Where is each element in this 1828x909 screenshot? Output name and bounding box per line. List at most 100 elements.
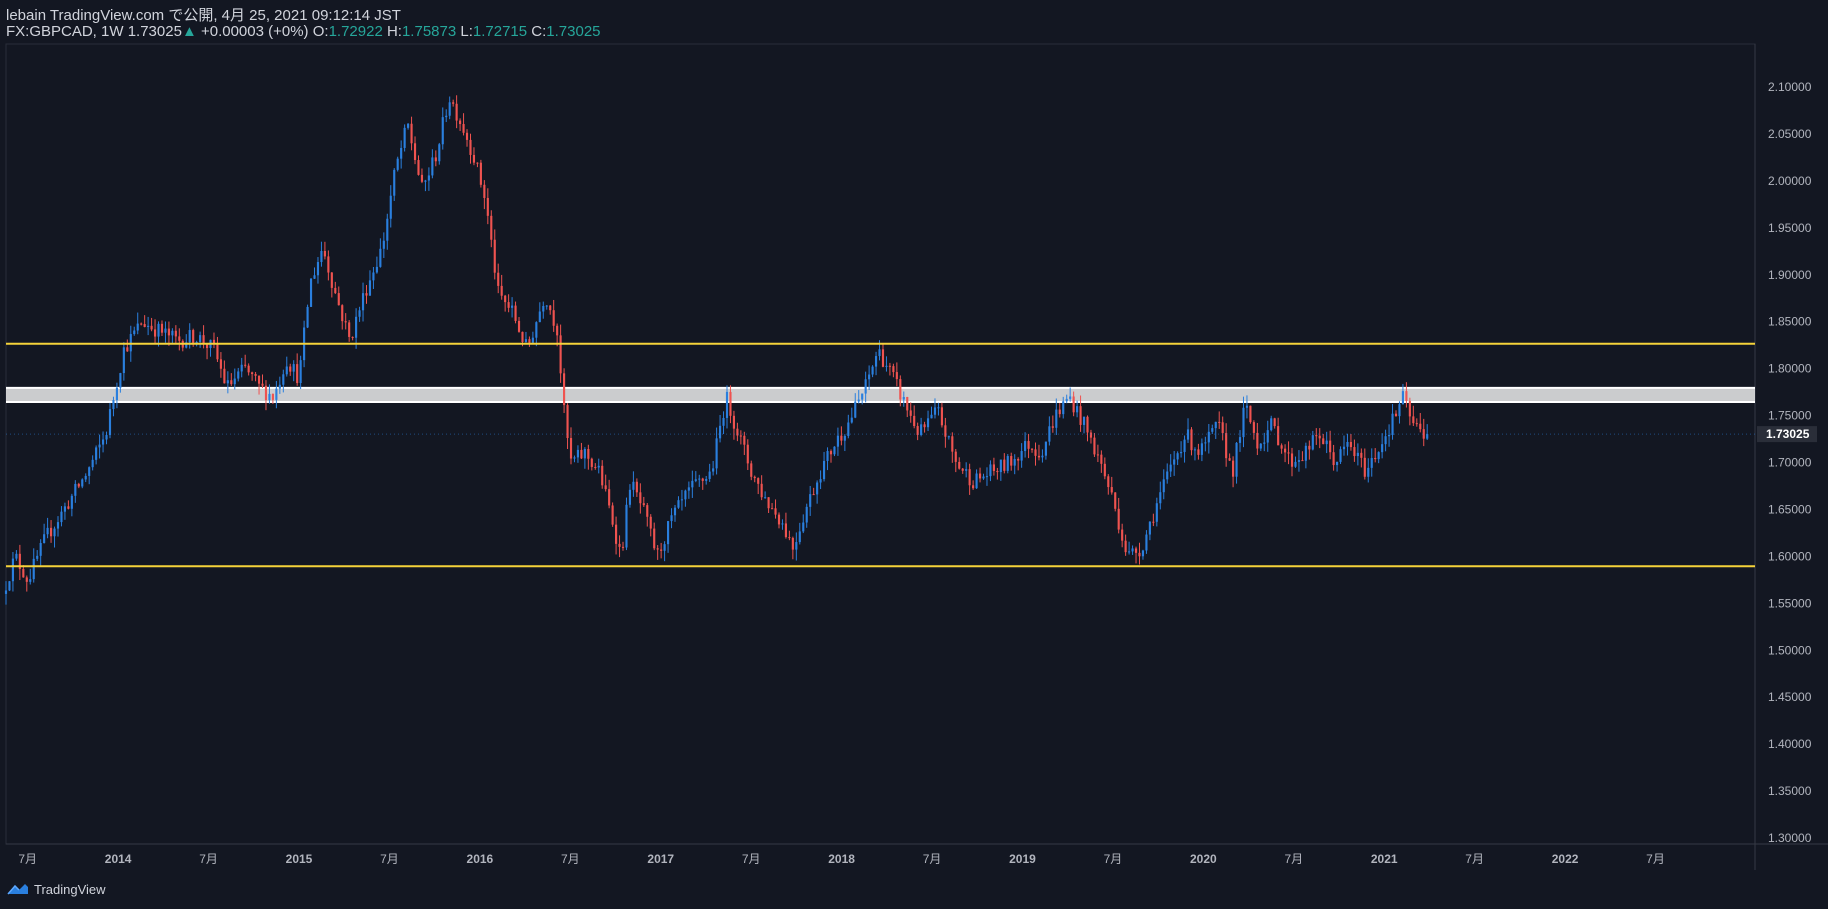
price-tick-label: 1.80000 [1768, 362, 1812, 376]
candle-body [15, 553, 18, 559]
candle-body [452, 102, 455, 104]
horizontal-lines[interactable] [6, 342, 1755, 568]
candle-body [174, 330, 177, 337]
candle-body [126, 347, 129, 352]
candle-body [826, 451, 829, 461]
footer-brand: TradingView [34, 881, 106, 897]
candle-body [171, 330, 174, 336]
price-tick-label: 1.90000 [1768, 268, 1812, 282]
candle-body [1332, 452, 1335, 466]
price-tick-label: 1.35000 [1768, 784, 1812, 798]
candle-body [840, 435, 843, 441]
time-tick-label: 7月 [1465, 852, 1484, 866]
candle-body [982, 476, 985, 479]
candle-body [868, 374, 871, 380]
candle-body [101, 439, 105, 445]
candle-body [646, 505, 649, 517]
candle-body [746, 444, 749, 464]
candle-body [816, 482, 819, 495]
candle-body [1342, 446, 1346, 450]
time-tick-label: 7月 [1104, 852, 1123, 866]
time-tick-label: 2014 [105, 852, 132, 866]
candle-body [1051, 426, 1054, 428]
candle-body [833, 446, 836, 455]
candle-body [313, 275, 316, 279]
candle-body [1207, 431, 1210, 443]
candle-body [403, 127, 406, 148]
candle-body [1353, 447, 1356, 457]
candle-body [573, 457, 576, 459]
candle-body [1006, 456, 1009, 471]
candle-body [580, 449, 583, 459]
candle-body [178, 336, 181, 341]
time-axis[interactable]: 7月 2014 7月 2015 7月 2016 7月 2017 7月 2018 7月 2019 7月 20… [18, 852, 1665, 866]
candle-body [1266, 430, 1269, 443]
candle-body [1280, 445, 1283, 449]
candle-body [1301, 460, 1304, 462]
candle-body [729, 391, 732, 416]
price-tick-label: 1.55000 [1768, 596, 1812, 610]
price-tick-label: 1.95000 [1768, 221, 1812, 235]
candle-body [552, 310, 555, 326]
candle-body [1339, 449, 1342, 462]
time-tick-label: 7月 [380, 852, 399, 866]
candle-body [590, 458, 593, 467]
candle-body [1152, 521, 1155, 523]
price-tick-label: 2.05000 [1768, 127, 1812, 141]
candle-body [864, 379, 867, 394]
candle-body [528, 339, 531, 343]
candle-body [732, 415, 736, 429]
candle-body [972, 485, 975, 489]
time-tick-label: 7月 [923, 852, 942, 866]
candle-body [410, 123, 413, 144]
candle-body [1110, 487, 1113, 493]
candle-body [292, 364, 295, 372]
candle-body [205, 344, 209, 349]
candle-body [407, 123, 410, 128]
candle-body [760, 483, 763, 498]
candle-body [497, 272, 500, 286]
candle-body [660, 549, 663, 551]
candle-body [119, 373, 122, 388]
candle-body [108, 409, 112, 436]
candle-body [819, 479, 822, 483]
candle-body [701, 478, 704, 481]
candle-body [666, 521, 670, 545]
candle-body [649, 516, 652, 529]
candle-body [1232, 460, 1235, 477]
candle-body [791, 537, 794, 550]
price-tick-label: 1.75000 [1768, 409, 1812, 423]
candle-body [1311, 435, 1314, 450]
candle-body [996, 470, 999, 473]
candle-body [999, 459, 1002, 473]
candle-body [1162, 479, 1165, 493]
candle-body [725, 391, 729, 418]
candle-body [1225, 433, 1228, 459]
candle-body [36, 555, 39, 559]
candle-body [705, 478, 708, 481]
candle-body [413, 143, 417, 161]
candle-body [434, 157, 437, 162]
candle-body [1114, 492, 1117, 509]
candle-body [708, 471, 711, 479]
candle-body [365, 293, 368, 296]
candle-body [1180, 451, 1183, 454]
candle-body [1030, 448, 1034, 450]
time-tick-label: 2019 [1009, 852, 1036, 866]
candle-body [63, 506, 67, 512]
price-axis[interactable]: 2.10000 2.05000 2.00000 1.95000 1.90000 1.850… [1757, 80, 1817, 845]
candle-body [1346, 441, 1349, 447]
candle-body [445, 115, 448, 118]
candle-body [424, 180, 427, 182]
candle-body [1010, 456, 1013, 466]
candle-body [611, 505, 614, 525]
candle-body [926, 418, 930, 428]
candle-body [1370, 457, 1373, 468]
plot-area[interactable] [5, 43, 1828, 870]
candle-body [1315, 435, 1318, 437]
price-chart[interactable]: 2.10000 2.05000 2.00000 1.95000 1.90000 1.850… [0, 0, 1828, 909]
price-tick-label: 1.60000 [1768, 549, 1812, 563]
candle-body [1037, 455, 1041, 458]
candle-body [895, 372, 898, 380]
candle-body [49, 527, 53, 537]
